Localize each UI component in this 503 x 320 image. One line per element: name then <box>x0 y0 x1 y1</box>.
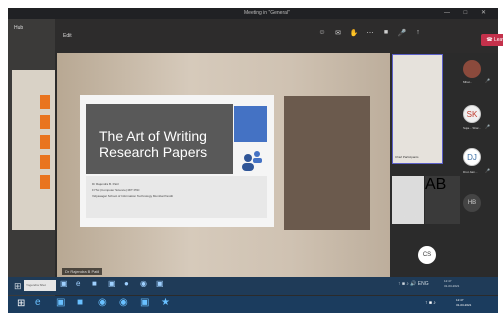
edge-icon[interactable]: e <box>76 279 86 291</box>
inner-taskbar-apps: ▣ e ■ ▣ ● ◉ ▣ <box>60 279 166 291</box>
author-institute: Vidyasagar School of Information Technol… <box>92 194 173 198</box>
participant-name: Mhat... <box>463 80 473 84</box>
chat-icon[interactable]: ✉ <box>333 29 343 37</box>
clock[interactable]: 12:47 31-03-2021 <box>444 279 459 289</box>
mic-icon: 🎤 <box>485 78 490 83</box>
presenter-name-label: Dr Rajendra B Patil <box>62 268 103 275</box>
firefox-icon[interactable]: ◉ <box>119 297 131 311</box>
participant-avatar: AB <box>425 176 460 224</box>
edit-button[interactable]: Edit <box>63 33 72 39</box>
taskview-icon[interactable]: ▣ <box>56 297 68 311</box>
participant-tile-label: Chief Participants <box>395 155 419 159</box>
taskbar-search[interactable]: Yogendra Shet <box>24 280 56 291</box>
people-icon <box>240 150 264 172</box>
presenter-face <box>284 96 370 230</box>
chrome-icon[interactable]: ◉ <box>98 297 110 311</box>
avatar[interactable] <box>463 60 481 78</box>
meeting-toolbar: Edit ☺ ✉ ✋ ⋯ ■ 🎤 ↑ ☎ Leave <box>55 19 503 53</box>
window-title: Meeting in "General" <box>244 10 290 16</box>
background-window-bars <box>40 95 50 195</box>
clock-date: 31-03-2021 <box>456 303 472 307</box>
people-icon[interactable]: ☺ <box>317 29 327 37</box>
app-icon[interactable]: ★ <box>161 297 173 311</box>
taskview-icon[interactable]: ▣ <box>60 279 70 291</box>
participant-tile-label: Dr Yogendra Shet <box>394 214 418 218</box>
participant-name: Drut Jain... <box>463 170 478 174</box>
more-actions-icon[interactable]: ⋯ <box>365 29 375 37</box>
slide-title: The Art of Writing Research Papers <box>99 128 208 160</box>
meeting-controls: ☺ ✉ ✋ ⋯ ■ 🎤 ↑ <box>317 29 423 37</box>
left-panel-title[interactable]: Hub <box>14 25 23 31</box>
mic-icon: 🎤 <box>485 124 490 129</box>
files-icon[interactable]: ■ <box>77 297 89 311</box>
participant-face <box>392 54 443 164</box>
clock[interactable]: 12:47 31-03-2021 <box>456 298 471 308</box>
share-icon[interactable]: ↑ <box>413 29 423 37</box>
people-column <box>461 53 498 277</box>
store-icon[interactable]: ▣ <box>140 297 152 311</box>
edge-icon[interactable]: e <box>35 297 47 311</box>
app-icon[interactable]: ▣ <box>156 279 166 291</box>
system-tray[interactable]: ↑ ■ ♪ <box>425 300 436 306</box>
windows-start-icon[interactable]: ⊞ <box>17 298 25 309</box>
avatar[interactable]: HB <box>463 194 481 212</box>
participant-avatar-cs[interactable]: CS <box>418 246 436 264</box>
store-icon[interactable]: ▣ <box>108 279 118 291</box>
mic-icon[interactable]: 🎤 <box>397 29 407 37</box>
leave-button[interactable]: ☎ Leave <box>481 34 503 46</box>
clock-date: 31-03-2021 <box>444 284 460 288</box>
slide-author-info: Dr Rajendra B. Patil FYSc (Computer Scie… <box>92 181 173 199</box>
teams-icon[interactable]: ◉ <box>140 279 150 291</box>
avatar[interactable]: DJ <box>463 148 481 166</box>
slide-accent-block <box>234 106 267 142</box>
outer-taskbar-apps: e ▣ ■ ◉ ◉ ▣ ★ <box>35 297 173 311</box>
window-title-bar: Meeting in "General" — □ ✕ <box>8 8 498 19</box>
windows-start-icon[interactable]: ⊞ <box>14 281 22 292</box>
mic-icon: 🎤 <box>485 168 490 173</box>
system-tray[interactable]: ↑ ■ ♪ 🔊 ENG <box>398 281 429 287</box>
raise-hand-icon[interactable]: ✋ <box>349 29 359 37</box>
files-icon[interactable]: ■ <box>92 279 102 291</box>
camera-icon[interactable]: ■ <box>381 29 391 37</box>
participant-name: Suja... Shar... <box>463 126 482 130</box>
avatar[interactable]: SK <box>463 105 481 123</box>
chrome-icon[interactable]: ● <box>124 279 134 291</box>
window-controls[interactable]: — □ ✕ <box>444 9 492 16</box>
